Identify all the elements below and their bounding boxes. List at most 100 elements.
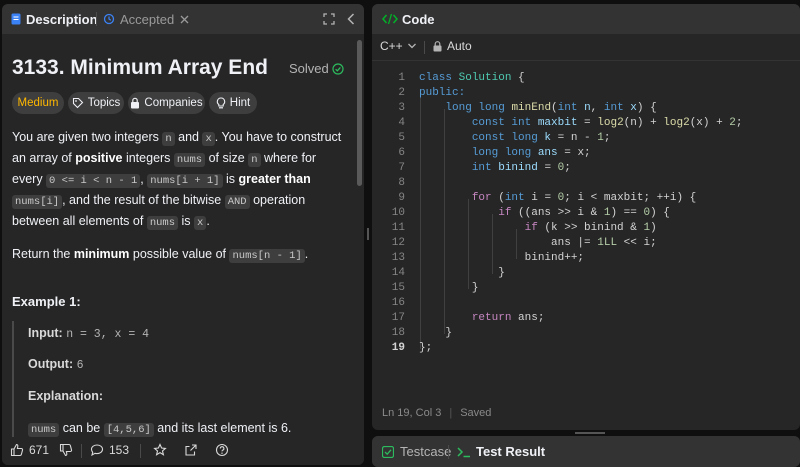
line-number: 12	[391, 237, 405, 249]
input-label: Input:	[28, 326, 63, 340]
desc-text: Return the	[12, 247, 74, 261]
example-explanation: nums can be [4,5,6] and its last element…	[28, 421, 291, 437]
code-line: public:	[419, 87, 465, 99]
code-token: minEnd	[511, 102, 552, 114]
code-line: long long ans = x;	[419, 147, 591, 159]
inline-code: 0 <= i < n - 1	[46, 174, 141, 188]
save-status: Saved	[460, 407, 492, 419]
tab-divider	[96, 12, 97, 26]
solved-label: Solved	[289, 61, 329, 76]
code-token: i =	[524, 192, 558, 204]
line-number: 15	[391, 282, 405, 294]
code-token: Solution	[458, 72, 512, 84]
resize-handle[interactable]	[367, 228, 369, 240]
code-token: {	[511, 72, 525, 84]
example-heading: Example 1:	[12, 294, 81, 309]
line-number: 18	[391, 327, 405, 339]
comment-count: 153	[109, 443, 130, 457]
desc-text: integers	[122, 151, 174, 165]
description-panel: Description Accepted 3133. Minimum Array…	[2, 4, 364, 465]
tab-test-result[interactable]: Test Result	[457, 436, 545, 467]
comments-button[interactable]: 153	[90, 443, 129, 457]
help-icon[interactable]	[215, 443, 229, 457]
inline-code: nums[i]	[12, 195, 63, 209]
inline-code: [4,5,6]	[103, 423, 154, 437]
footer-divider	[140, 444, 141, 458]
share-icon[interactable]	[184, 443, 198, 457]
example-block: Input: n = 3, x = 4 Output: 6 Explanatio…	[12, 321, 344, 439]
code-area[interactable]: 1 2 3 4 5 6 7 8 9 10 11 12 13 14 15 16 1…	[372, 64, 800, 364]
code-token: )	[650, 222, 657, 234]
code-token: }	[471, 282, 479, 294]
resize-handle-horizontal[interactable]	[575, 432, 605, 434]
solved-status: Solved	[289, 61, 344, 76]
code-token: maxbit	[531, 117, 578, 129]
code-token: =	[537, 162, 558, 174]
code-token: = x;	[557, 147, 591, 159]
code-token: public:	[419, 87, 466, 99]
dislike-button[interactable]	[59, 443, 73, 457]
description-scrollbar[interactable]	[357, 40, 362, 186]
test-tabbar: Testcase Test Result	[372, 436, 800, 467]
thumbs-down-icon	[59, 443, 73, 457]
tab-description[interactable]: Description	[11, 4, 98, 34]
collapse-chevron-icon[interactable]	[347, 13, 355, 25]
editor-status-bar: Ln 19, Col 3 | Saved	[382, 407, 491, 419]
footer-divider	[81, 444, 82, 458]
code-token: long long	[471, 147, 532, 159]
cursor-position: Ln 19, Col 3	[382, 407, 442, 419]
tab-divider	[448, 445, 449, 459]
code-token: const int	[471, 117, 532, 129]
inline-code: nums	[173, 153, 206, 167]
star-icon[interactable]	[153, 443, 167, 457]
tab-testcase[interactable]: Testcase	[382, 436, 451, 467]
description-paragraph: Return the minimum possible value of num…	[12, 245, 344, 266]
code-token: for	[471, 192, 492, 204]
topics-chip[interactable]: Topics	[68, 92, 124, 114]
code-editor-panel: Code C++ Auto 1 2 3 4 5 6 7 8 9 10 11 12…	[372, 4, 800, 430]
code-token: int	[557, 102, 578, 114]
difficulty-badge[interactable]: Medium	[12, 92, 64, 114]
companies-chip[interactable]: Companies	[128, 92, 205, 114]
code-line: };	[419, 342, 432, 354]
code-token: 1	[597, 132, 604, 144]
code-token: ;	[603, 132, 611, 144]
code-token: ans	[531, 147, 558, 159]
inline-code: x	[202, 132, 215, 146]
line-number: 6	[398, 147, 405, 159]
code-token: = n -	[551, 132, 598, 144]
line-number: 4	[398, 117, 405, 129]
maximize-icon[interactable]	[323, 13, 335, 25]
check-circle-icon	[332, 62, 344, 75]
problem-title: 3133. Minimum Array End	[12, 56, 268, 79]
bold-text: minimum	[73, 247, 130, 261]
desc-text: You are given two integers	[12, 130, 163, 144]
desc-text: , and the result of the bitwise	[62, 193, 225, 207]
tab-accepted[interactable]: Accepted	[103, 4, 189, 34]
auto-mode-toggle[interactable]: Auto	[433, 39, 472, 53]
problem-description: You are given two integers n and x. You …	[12, 128, 344, 266]
tab-code[interactable]: Code	[382, 4, 435, 34]
code-line: int binind = 0;	[419, 162, 571, 174]
close-icon[interactable]	[180, 15, 189, 24]
topics-label: Topics	[87, 97, 121, 109]
code-line: binind++;	[419, 252, 584, 264]
code-token: ;	[735, 117, 743, 129]
description-tabbar: Description Accepted	[2, 4, 364, 34]
thumbs-up-icon	[10, 443, 24, 457]
code-line: const long k = n - 1;	[419, 132, 611, 144]
language-select[interactable]: C++	[380, 39, 417, 53]
line-number: 1	[398, 72, 405, 84]
code-token: ,	[590, 102, 604, 114]
hint-chip[interactable]: Hint	[209, 92, 257, 114]
code-icon	[382, 13, 398, 25]
code-tabbar: Code	[372, 4, 800, 34]
like-button[interactable]: 671	[10, 443, 49, 457]
terminal-icon	[457, 446, 471, 458]
code-token: const long	[471, 132, 538, 144]
code-token: 1LL	[597, 237, 618, 249]
code-token: << i;	[617, 237, 657, 249]
code-line: return ans;	[419, 312, 545, 324]
desc-text: possible value of	[129, 247, 230, 261]
code-token: (	[551, 102, 558, 114]
